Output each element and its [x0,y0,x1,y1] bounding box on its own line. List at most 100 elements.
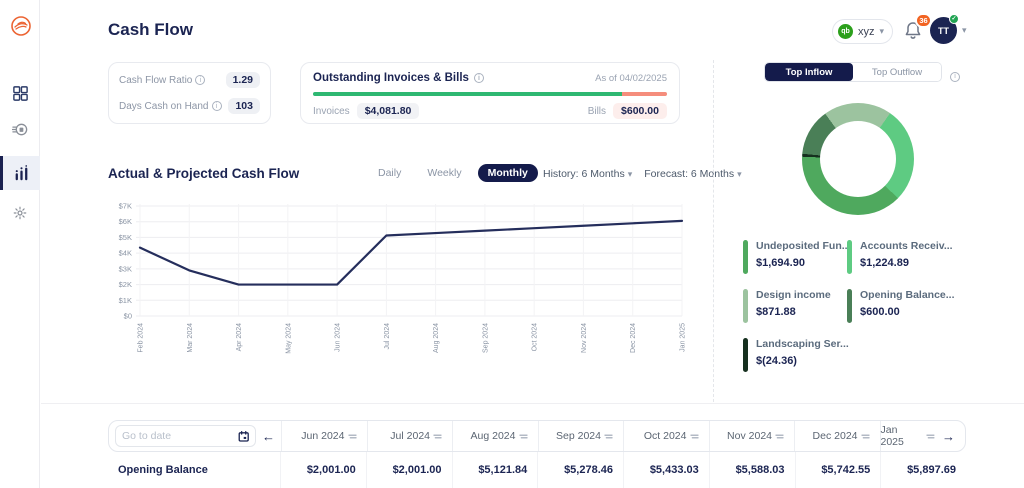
x-tick-label: Apr 2024 [236,323,243,352]
sort-icon [690,433,699,440]
cell-value: $2,001.00 [366,452,452,488]
bar-chart-icon [13,165,30,182]
tab-monthly[interactable]: Monthly [478,164,538,182]
legend-item[interactable]: Opening Balance... $600.00 [847,289,977,323]
sidebar-item-activity[interactable] [0,112,40,146]
cell-value: $5,433.03 [623,452,709,488]
x-tick-label: Sep 2024 [482,323,489,353]
gear-icon [12,205,28,221]
x-tick-label: Dec 2024 [630,323,637,353]
legend-value: $600.00 [860,306,955,318]
outstanding-card: Outstanding Invoices & Bills i As of 04/… [300,62,680,124]
tab-daily[interactable]: Daily [368,164,411,182]
legend-item[interactable]: Landscaping Ser...$(24.36) [743,338,843,372]
sidebar-item-dashboard[interactable] [0,76,40,110]
info-icon[interactable]: i [212,101,222,111]
metric-label: Days Cash on Hand i [119,101,222,112]
invoices-bills-bar [313,92,667,96]
legend-marker [847,289,852,323]
metric-row: Days Cash on Hand i 103 [119,98,260,114]
y-tick-label: $3K [119,264,132,273]
company-selector[interactable]: qb xyz ▾ [832,19,893,44]
legend-label: Landscaping Ser... [756,338,849,350]
cell-value: $5,121.84 [452,452,538,488]
tab-weekly[interactable]: Weekly [417,164,471,182]
legend-label: Design income [756,289,831,301]
outstanding-title: Outstanding Invoices & Bills i [313,72,484,84]
avatar-initials: TT [938,26,949,36]
grid-icon [12,85,29,102]
cash-flow-dashboard: Cash Flow qb xyz ▾ 36 TT ✓ ▾ Cash Flow R… [0,0,1024,488]
table-row: Opening Balance $2,001.00$2,001.00$5,121… [108,452,966,488]
legend-label: Opening Balance... [860,289,955,301]
column-header-jan-2025[interactable]: Jan 2025 → [880,421,966,451]
cell-value: $5,278.46 [537,452,623,488]
column-label: Sep 2024 [556,430,601,442]
metric-row: Cash Flow Ratio i 1.29 [119,72,260,88]
legend-value: $871.88 [756,306,831,318]
avatar: TT ✓ [930,17,957,44]
verified-check-icon: ✓ [949,14,959,24]
legend-item[interactable]: Design income $871.88 [743,289,843,323]
column-label: Dec 2024 [813,430,858,442]
info-icon[interactable]: i [474,73,484,83]
column-header-dec-2024[interactable]: Dec 2024 [794,421,880,451]
invoices-label: Invoices [313,106,350,117]
sidebar-item-cash-flow[interactable] [0,156,40,190]
as-of-date: As of 04/02/2025 [595,73,667,84]
cell-value: $5,742.55 [795,452,881,488]
toggle-top-outflow[interactable]: Top Outflow [853,63,941,81]
inflow-outflow-toggle: Top InflowTop Outflow [764,62,942,82]
info-icon[interactable]: i [950,65,960,83]
scroll-right-arrow[interactable]: → [942,430,955,443]
date-input-field[interactable] [122,430,234,442]
column-header-oct-2024[interactable]: Oct 2024 [623,421,709,451]
chart-section-title: Actual & Projected Cash Flow [108,166,299,181]
app-logo-icon[interactable] [9,14,33,38]
calendar-icon[interactable] [238,430,249,443]
x-tick-label: Jul 2024 [384,323,391,350]
metric-label: Cash Flow Ratio i [119,75,205,86]
quickbooks-icon: qb [838,24,853,39]
column-header-jun-2024[interactable]: Jun 2024 [281,421,367,451]
sidebar [0,0,40,488]
activity-icon [12,121,29,138]
sidebar-item-settings[interactable] [0,196,40,230]
column-label: Jan 2025 [881,424,924,448]
forecast-dropdown[interactable]: Forecast: 6 Months▾ [644,168,741,180]
toggle-top-inflow[interactable]: Top Inflow [765,63,853,81]
info-icon[interactable]: i [195,75,205,85]
legend-item[interactable]: Undeposited Fun...$1,694.90 [743,240,843,274]
notifications-button[interactable]: 36 [902,20,926,44]
sort-icon [861,433,870,440]
column-header-nov-2024[interactable]: Nov 2024 [709,421,795,451]
y-tick-label: $4K [119,249,132,258]
donut-hole [820,121,896,197]
x-tick-label: May 2024 [285,323,292,354]
legend-marker [847,240,852,274]
sort-icon [519,433,528,440]
scroll-left-arrow[interactable]: ← [262,430,275,443]
cash-flow-line-chart[interactable]: $0$1K$2K$3K$4K$5K$6K$7KFeb 2024Mar 2024A… [104,192,696,382]
bills-label: Bills [588,106,606,117]
history-dropdown[interactable]: History: 6 Months▾ [543,168,632,180]
x-tick-label: Jan 2025 [680,323,687,352]
legend-marker [743,289,748,323]
user-menu[interactable]: TT ✓ ▾ [930,17,967,44]
column-header-aug-2024[interactable]: Aug 2024 [452,421,538,451]
column-label: Jul 2024 [390,430,430,442]
bills-value: $600.00 [613,103,667,119]
sort-icon [926,433,935,440]
company-name: xyz [858,26,875,38]
y-tick-label: $6K [119,217,132,226]
chevron-down-icon: ▾ [880,26,885,37]
go-to-date-input[interactable] [115,425,256,447]
column-header-jul-2024[interactable]: Jul 2024 [367,421,453,451]
x-tick-label: Oct 2024 [532,323,539,352]
column-header-sep-2024[interactable]: Sep 2024 [538,421,624,451]
cell-value: $2,001.00 [280,452,366,488]
metric-value: 103 [228,98,260,114]
top-inflow-donut-chart[interactable] [802,103,914,215]
legend-value: $1,224.89 [860,257,953,269]
legend-item[interactable]: Accounts Receiv...$1,224.89 [847,240,977,274]
